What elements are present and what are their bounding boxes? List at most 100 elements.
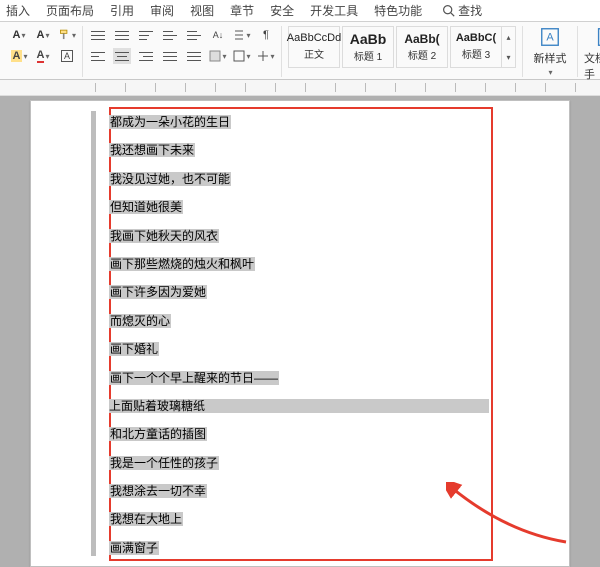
line-spacing-button[interactable]: ▾ xyxy=(233,26,251,44)
align-distribute-button[interactable] xyxy=(185,48,203,64)
search-label: 查找 xyxy=(458,2,482,19)
paragraph[interactable]: 上面贴着玻璃糖纸 xyxy=(109,399,489,413)
selected-text: 我是一个任性的孩子 xyxy=(109,456,219,470)
multilevel-button[interactable] xyxy=(137,27,155,43)
paragraph[interactable]: 但知道她很美 xyxy=(109,200,549,214)
bullets-button[interactable] xyxy=(89,27,107,43)
doc-helper-group: 文档助手 xyxy=(578,26,600,77)
paragraph[interactable]: 而熄灭的心 xyxy=(109,314,549,328)
char-border-button[interactable]: A xyxy=(58,47,76,65)
selected-text: 都成为一朵小花的生日 xyxy=(109,115,231,129)
font-color-letter: A xyxy=(13,29,21,41)
paragraph[interactable]: 画下许多因为爱她 xyxy=(109,285,549,299)
paragraph[interactable]: 画下那些燃烧的烛火和枫叶 xyxy=(109,257,549,271)
paragraph[interactable]: 我想涂去一切不幸 xyxy=(109,484,549,498)
tab-devtools[interactable]: 开发工具 xyxy=(310,2,358,19)
style-label: 标题 3 xyxy=(462,46,490,61)
style-gallery: AaBbCcDd 正文 AaBb 标题 1 AaBb( 标题 2 AaBbC( … xyxy=(288,26,502,68)
text-color2-button[interactable]: A▾ xyxy=(34,47,52,65)
para-shading-button[interactable]: ▾ xyxy=(209,47,227,65)
paragraph[interactable]: 我还想画下未来 xyxy=(109,143,549,157)
tab-stops-button[interactable]: ▾ xyxy=(257,47,275,65)
font-color-button[interactable]: A▾ xyxy=(10,26,28,44)
selected-text: 我没见过她，也不可能 xyxy=(109,172,231,186)
document-page[interactable]: 都成为一朵小花的生日我还想画下未来我没见过她，也不可能但知道她很美我画下她秋天的… xyxy=(30,100,570,567)
chevron-down-icon: ▾ xyxy=(246,31,250,40)
align-left-button[interactable] xyxy=(89,48,107,64)
style-heading1[interactable]: AaBb 标题 1 xyxy=(342,26,394,68)
paragraph[interactable]: 都成为一朵小花的生日 xyxy=(109,115,549,129)
paragraph[interactable]: 和北方童话的插图 xyxy=(109,427,549,441)
style-label: 正文 xyxy=(304,46,324,61)
borders-button[interactable]: ▾ xyxy=(233,47,251,65)
search-button[interactable]: 查找 xyxy=(442,2,482,19)
selected-text: 画下一个个早上醒来的节日—— xyxy=(109,371,279,385)
shading-button[interactable]: A▾ xyxy=(10,47,28,65)
style-normal[interactable]: AaBbCcDd 正文 xyxy=(288,26,340,68)
style-preview: AaBb xyxy=(350,32,387,46)
doc-helper-label: 文档助手 xyxy=(584,50,600,82)
highlight-letter: A xyxy=(37,29,45,41)
paragraph[interactable]: 画下婚礼 xyxy=(109,342,549,356)
horizontal-ruler[interactable] xyxy=(0,80,600,96)
shading-letter: A xyxy=(11,50,23,62)
format-painter-button[interactable]: ▾ xyxy=(58,26,76,44)
styles-group: AaBbCcDd 正文 AaBb 标题 1 AaBb( 标题 2 AaBbC( … xyxy=(282,26,523,77)
selected-text: 和北方童话的插图 xyxy=(109,427,207,441)
align-center-button[interactable] xyxy=(113,48,131,64)
align-justify-button[interactable] xyxy=(161,48,179,64)
chevron-down-icon: ▾ xyxy=(23,52,27,61)
style-heading3[interactable]: AaBbC( 标题 3 xyxy=(450,26,502,68)
dec-indent-button[interactable] xyxy=(161,27,179,43)
numbering-button[interactable] xyxy=(113,27,131,43)
selected-text: 我想在大地上 xyxy=(109,512,183,526)
selected-text: 画满窗子 xyxy=(109,541,159,555)
tab-view[interactable]: 视图 xyxy=(190,2,214,19)
new-style-label: 新样式 xyxy=(534,50,567,66)
text-color2-letter: A xyxy=(37,49,45,63)
selected-text: 但知道她很美 xyxy=(109,200,183,214)
font-group: A▾ A▾ ▾ A▾ A▾ A xyxy=(4,26,83,77)
inc-indent-button[interactable] xyxy=(185,27,203,43)
show-marks-button[interactable]: ¶ xyxy=(257,26,275,44)
style-heading2[interactable]: AaBb( 标题 2 xyxy=(396,26,448,68)
selected-text: 而熄灭的心 xyxy=(109,314,171,328)
selected-text: 画下许多因为爱她 xyxy=(109,285,207,299)
page-area: 都成为一朵小花的生日我还想画下未来我没见过她，也不可能但知道她很美我画下她秋天的… xyxy=(0,96,600,567)
selected-text: 我想涂去一切不幸 xyxy=(109,484,207,498)
tab-security[interactable]: 安全 xyxy=(270,2,294,19)
selected-text: 画下婚礼 xyxy=(109,342,159,356)
tab-special[interactable]: 特色功能 xyxy=(374,2,422,19)
paragraph[interactable]: 画满窗子 xyxy=(109,541,549,555)
tab-chapter[interactable]: 章节 xyxy=(230,2,254,19)
chevron-down-icon: ▾ xyxy=(222,52,226,61)
tab-insert[interactable]: 插入 xyxy=(6,2,30,19)
new-style-button[interactable]: A 新样式▾ xyxy=(529,26,571,77)
tab-layout[interactable]: 页面布局 xyxy=(46,2,94,19)
chevron-down-icon: ▾ xyxy=(21,31,25,40)
tab-review[interactable]: 审阅 xyxy=(150,2,174,19)
char-border-letter: A xyxy=(61,50,73,62)
style-label: 标题 2 xyxy=(408,47,436,62)
selected-text: 我画下她秋天的风衣 xyxy=(109,229,219,243)
sort-button[interactable]: A↓ xyxy=(209,26,227,44)
paragraph[interactable]: 画下一个个早上醒来的节日—— xyxy=(109,371,549,385)
selected-text: 画下那些燃烧的烛火和枫叶 xyxy=(109,257,255,271)
highlight-button[interactable]: A▾ xyxy=(34,26,52,44)
paragraph[interactable]: 我想在大地上 xyxy=(109,512,549,526)
style-gallery-expand[interactable]: ▴ ▾ xyxy=(502,26,516,68)
doc-helper-button[interactable]: 文档助手 xyxy=(584,26,600,82)
align-right-button[interactable] xyxy=(137,48,155,64)
new-style-group: A 新样式▾ xyxy=(523,26,578,77)
chevron-down-icon: ▾ xyxy=(246,52,250,61)
chevron-up-icon: ▴ xyxy=(506,33,510,42)
svg-text:A: A xyxy=(546,32,554,44)
style-label: 标题 1 xyxy=(354,48,382,63)
paragraph[interactable]: 我画下她秋天的风衣 xyxy=(109,229,549,243)
style-preview: AaBbC( xyxy=(456,33,496,44)
chevron-down-icon: ▾ xyxy=(270,52,274,61)
paragraph[interactable]: 我没见过她，也不可能 xyxy=(109,172,549,186)
selected-text: 我还想画下未来 xyxy=(109,143,195,157)
tab-reference[interactable]: 引用 xyxy=(110,2,134,19)
paragraph[interactable]: 我是一个任性的孩子 xyxy=(109,456,549,470)
